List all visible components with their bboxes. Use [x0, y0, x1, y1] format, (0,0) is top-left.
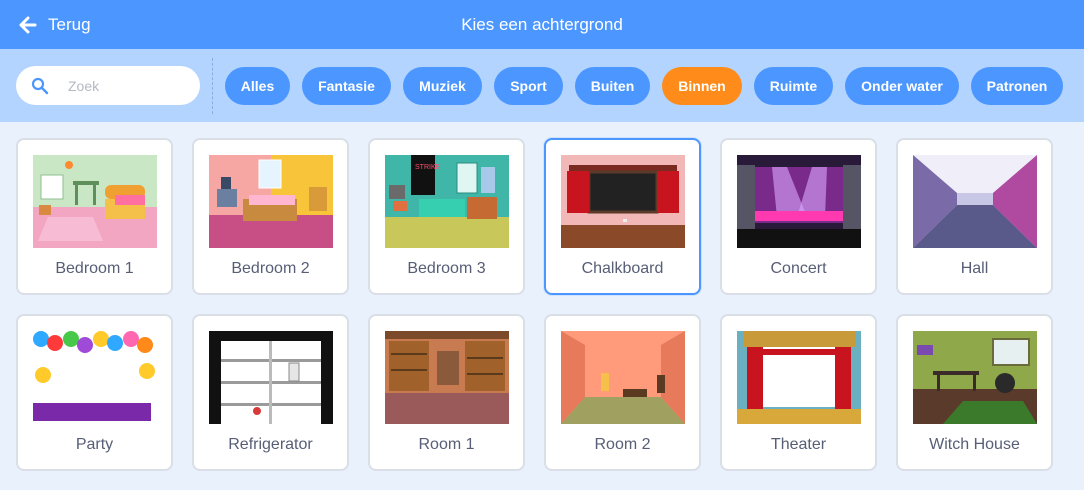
backdrop-thumbnail	[209, 155, 333, 248]
backdrop-thumbnail	[561, 331, 685, 424]
tag-alles[interactable]: Alles	[225, 67, 290, 105]
backdrop-thumbnail	[33, 155, 157, 248]
backdrop-name: Theater	[770, 436, 827, 453]
tag-ruimte[interactable]: Ruimte	[754, 67, 833, 105]
backdrop-name: Concert	[770, 260, 827, 277]
search-icon	[31, 77, 49, 95]
search-box[interactable]	[16, 66, 200, 105]
backdrop-card-room-1[interactable]: Room 1	[368, 314, 525, 471]
backdrop-thumbnail	[33, 331, 157, 424]
backdrop-thumbnail	[561, 155, 685, 248]
filter-bar: Alles Fantasie Muziek Sport Buiten Binne…	[0, 49, 1084, 122]
backdrop-thumbnail	[209, 331, 333, 424]
backdrop-thumbnail	[385, 331, 509, 424]
backdrop-thumbnail	[737, 155, 861, 248]
backdrop-thumbnail: STRIKE	[385, 155, 509, 248]
backdrop-name: Party	[75, 436, 114, 453]
backdrop-card-hall[interactable]: Hall	[896, 138, 1053, 295]
tag-onder-water[interactable]: Onder water	[845, 67, 959, 105]
backdrop-card-bedroom-2[interactable]: Bedroom 2	[192, 138, 349, 295]
backdrop-name: Bedroom 1	[55, 260, 134, 277]
backdrop-card-party[interactable]: Party	[16, 314, 173, 471]
backdrop-card-refrigerator[interactable]: Refrigerator	[192, 314, 349, 471]
backdrop-name: Chalkboard	[581, 260, 664, 277]
backdrop-name: Room 2	[594, 436, 651, 453]
header-bar: Terug Kies een achtergrond	[0, 0, 1084, 49]
backdrop-card-concert[interactable]: Concert	[720, 138, 877, 295]
backdrop-name: Witch House	[929, 436, 1020, 453]
backdrop-card-bedroom-1[interactable]: Bedroom 1	[16, 138, 173, 295]
tag-muziek[interactable]: Muziek	[403, 67, 482, 105]
backdrop-card-room-2[interactable]: Room 2	[544, 314, 701, 471]
tag-fantasie[interactable]: Fantasie	[302, 67, 391, 105]
svg-text:STRIKE: STRIKE	[415, 164, 441, 171]
backdrop-card-chalkboard[interactable]: Chalkboard	[544, 138, 701, 295]
backdrop-thumbnail	[737, 331, 861, 424]
divider	[212, 58, 213, 114]
backdrop-card-bedroom-3[interactable]: STRIKE Bedroom 3	[368, 138, 525, 295]
backdrop-card-witch-house[interactable]: Witch House	[896, 314, 1053, 471]
backdrop-name: Bedroom 2	[231, 260, 310, 277]
backdrop-name: Bedroom 3	[407, 260, 486, 277]
tag-buiten[interactable]: Buiten	[575, 67, 650, 105]
backdrop-name: Refrigerator	[228, 436, 313, 453]
tag-patronen[interactable]: Patronen	[971, 67, 1063, 105]
backdrop-thumbnail	[913, 331, 1037, 424]
backdrop-name: Hall	[960, 260, 989, 277]
tag-sport[interactable]: Sport	[494, 67, 563, 105]
backdrop-name: Room 1	[418, 436, 475, 453]
backdrop-card-theater[interactable]: Theater	[720, 314, 877, 471]
search-input[interactable]	[66, 74, 195, 98]
tag-binnen[interactable]: Binnen	[662, 67, 742, 105]
backdrop-thumbnail	[913, 155, 1037, 248]
page-title: Kies een achtergrond	[461, 14, 623, 34]
